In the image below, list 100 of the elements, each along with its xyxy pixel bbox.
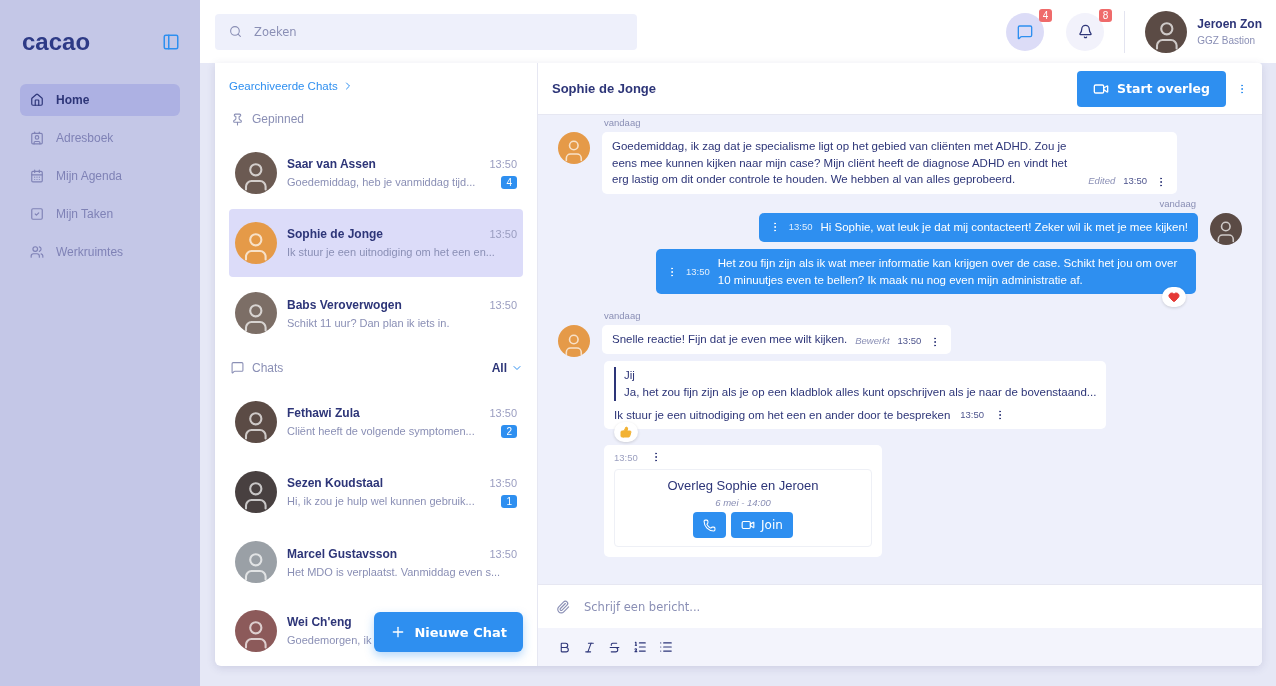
conversation-title: Sophie de Jonge	[552, 81, 657, 96]
chat-item[interactable]: Sophie de Jonge 13:50 Ik stuur je een uitnodiging om het een en...	[229, 209, 523, 277]
contact-card-icon	[30, 131, 44, 145]
meeting-date: 6 mei - 14:00	[715, 497, 771, 509]
message-text: Het zou fijn zijn als ik wat meer informatie kan krijgen over de case. Schikt het jou om over 10 minuutjes even te bellen? Ik maak nu nog even mijn administratie af.	[717, 256, 1179, 288]
message-text: Ik stuur je een uitnodiging om het een en ander door te bespreken	[614, 407, 951, 423]
search-icon	[229, 25, 242, 38]
numbered-list-icon[interactable]	[633, 640, 647, 654]
avatar	[1145, 10, 1188, 53]
date-label: vandaag	[604, 117, 641, 128]
avatar	[558, 325, 590, 358]
avatar	[235, 609, 277, 652]
strikethrough-icon[interactable]	[608, 640, 621, 654]
section-heading: Chats	[252, 361, 285, 375]
contact-name: Marcel Gustavsson	[287, 546, 398, 561]
chat-item[interactable]: Saar van Assen 13:50 Goedemiddag, heb je vanmiddag tijd... 4	[229, 139, 523, 207]
calendar-icon	[30, 169, 44, 183]
chat-icon	[231, 361, 244, 375]
pin-icon	[231, 112, 244, 126]
checkbox-icon	[30, 207, 44, 221]
message-time: 13:50	[489, 406, 517, 419]
home-icon	[30, 93, 44, 107]
date-label: vandaag	[604, 310, 641, 322]
archived-chats-link[interactable]: Gearchiveerde Chats	[229, 77, 354, 95]
notification-count: 8	[1098, 8, 1113, 22]
call-button[interactable]	[693, 512, 727, 539]
message-time: 13:50	[489, 547, 517, 560]
edited-label: Bewerkt	[855, 334, 890, 349]
nav-item[interactable]: Home	[20, 84, 180, 116]
avatar	[558, 132, 590, 164]
avatar	[235, 470, 277, 513]
contact-name: Saar van Assen	[287, 156, 376, 171]
message-time: 13:50	[489, 476, 517, 489]
thumbs-up-icon	[620, 426, 632, 439]
quote-text: Ja, het zou fijn zijn als je op een kladblok alles kunt opschrijven als je naar de bovenstaand...	[624, 385, 1097, 401]
message-time: 13:50	[686, 264, 710, 279]
avatar	[235, 400, 277, 443]
message-time: 13:50	[489, 298, 517, 311]
chat-item[interactable]: Marcel Gustavsson 13:50 Het MDO is verplaatst. Vanmiddag even s...	[229, 528, 523, 596]
message-preview: Cliënt heeft de volgende symptomen...	[287, 425, 475, 438]
search-field[interactable]: Zoeken	[215, 13, 637, 50]
chat-icon	[1017, 23, 1034, 40]
user-organization: GGZ Bastion	[1197, 35, 1257, 46]
avatar	[235, 541, 277, 584]
avatar	[235, 222, 277, 264]
message-text: Snelle reactie! Fijn dat je even mee wilt kijken.	[612, 332, 848, 348]
unread-count: 4	[501, 175, 517, 189]
avatar	[235, 151, 277, 194]
message-preview: Goedemiddag, heb je vanmiddag tijd...	[287, 176, 476, 189]
message-field[interactable]: Schrijf een bericht...	[538, 584, 1262, 628]
message-preview: Goedemorgen, ik	[287, 634, 372, 647]
chat-item[interactable]: Babs Veroverwogen 13:50 Schikt 11 uur? Dan plan ik iets in.	[229, 279, 523, 347]
attachment-icon[interactable]	[556, 599, 570, 614]
join-button[interactable]: Join	[731, 512, 793, 539]
message-time: 13:50	[960, 408, 985, 422]
sidebar-toggle-icon[interactable]	[162, 33, 180, 51]
message-preview: Het MDO is verplaatst. Vanmiddag even s...	[287, 565, 501, 578]
logo: cacao	[22, 28, 91, 56]
unread-count: 1	[501, 494, 517, 508]
bell-icon	[1077, 24, 1093, 39]
bullet-list-icon[interactable]	[659, 640, 673, 654]
reaction-badge[interactable]	[1162, 287, 1186, 308]
meeting-title: Overleg Sophie en Jeroen	[667, 478, 819, 494]
message-time: 13:50	[489, 228, 517, 241]
edited-label: Edited	[1088, 174, 1116, 188]
italic-icon[interactable]	[583, 640, 596, 654]
date-label: vandaag	[1159, 198, 1196, 209]
heart-icon	[1168, 291, 1180, 304]
chat-button[interactable]	[1006, 12, 1045, 51]
contact-name: Wei Ch'eng	[287, 615, 352, 630]
message-time: 13:50	[614, 451, 638, 463]
message-text: Goedemiddag, ik zag dat je specialisme ligt op het gebied van cliënten met ADHD. Zou je eens mee kunnen kijken naar mijn case? Mijn cliënt heeft de diagnose ADHD en vindt het erg lastig om dit onder controle te houden. We hebben al van alles geprobeerd.	[612, 139, 1069, 188]
contact-name: Babs Veroverwogen	[287, 297, 402, 312]
message-text: Hi Sophie, wat leuk je dat mij contacteert! Zeker wil ik met je mee kijken!	[820, 220, 1188, 235]
new-chat-button[interactable]: Nieuwe Chat	[374, 612, 523, 653]
chat-item[interactable]: Wei Ch'eng Goedemorgen, ik	[229, 598, 371, 663]
message-preview: Schikt 11 uur? Dan plan ik iets in.	[287, 316, 450, 329]
filter-dropdown[interactable]: All	[491, 361, 523, 375]
message-time: 13:50	[788, 220, 813, 235]
message-time: 13:50	[489, 157, 517, 170]
unread-count: 2	[501, 424, 517, 438]
avatar	[1210, 213, 1242, 245]
message-preview: Ik stuur je een uitnodiging om het een en...	[287, 246, 495, 259]
bold-icon[interactable]	[558, 640, 571, 654]
notification-count: 4	[1038, 8, 1053, 22]
search-input[interactable]: Zoeken	[252, 23, 623, 40]
message-time: 13:50	[1123, 174, 1147, 188]
phone-icon	[703, 518, 717, 532]
message-time: 13:50	[897, 334, 922, 349]
notifications-button[interactable]	[1066, 12, 1105, 51]
contact-name: Sezen Koudstaal	[287, 475, 384, 490]
start-meeting-button[interactable]: Start overleg	[1077, 70, 1226, 107]
chat-item[interactable]: Sezen Koudstaal 13:50 Hi, ik zou je hulp wel kunnen gebruik... 1	[229, 458, 523, 526]
quote-author: Jij	[624, 368, 636, 384]
contact-name: Fethawi Zula	[287, 405, 360, 420]
contact-name: Sophie de Jonge	[287, 227, 383, 242]
chat-item[interactable]: Fethawi Zula 13:50 Cliënt heeft de volgende symptomen... 2	[229, 388, 523, 456]
people-icon	[30, 245, 44, 259]
section-heading: Gepinned	[252, 112, 306, 126]
avatar	[235, 292, 277, 335]
